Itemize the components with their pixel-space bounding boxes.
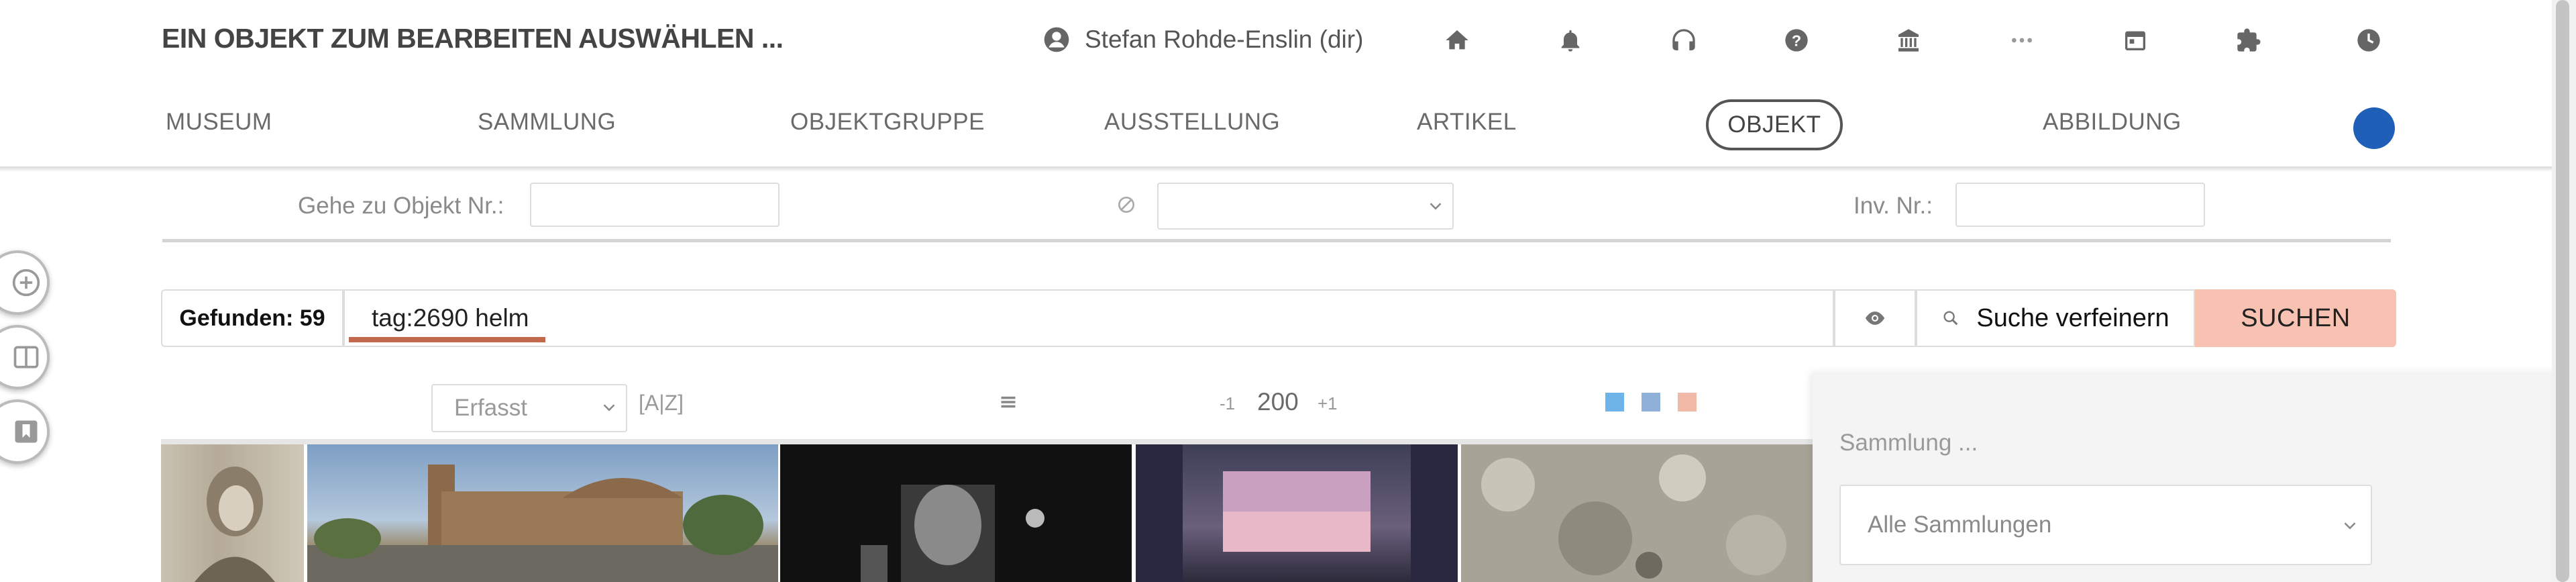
user-icon [1044, 27, 1069, 52]
refine-search-label: Suche verfeinern [1976, 303, 2169, 332]
puzzle-icon[interactable] [2235, 27, 2262, 54]
filter-icon [1118, 197, 1134, 213]
sort-direction-toggle[interactable]: [A|Z] [639, 391, 684, 416]
result-thumbnail[interactable] [307, 444, 778, 582]
search-icon [1943, 311, 1958, 326]
bell-icon[interactable] [1557, 27, 1584, 54]
view-grid-small-button[interactable] [1605, 393, 1624, 411]
tab-museum[interactable]: MUSEUM [166, 109, 272, 136]
preview-button[interactable] [1834, 289, 1916, 347]
result-thumbnail[interactable] [1461, 444, 1813, 582]
page-next-button[interactable]: +1 [1318, 393, 1338, 414]
svg-text:?: ? [1792, 32, 1801, 49]
tab-ausstellung[interactable]: AUSSTELLUNG [1104, 109, 1280, 136]
status-select[interactable] [1157, 183, 1454, 230]
result-thumbnail[interactable] [780, 444, 1132, 582]
collection-select[interactable]: Alle Sammlungen [1839, 485, 2372, 565]
search-input-underline [349, 337, 545, 342]
goto-object-label: Gehe zu Objekt Nr.: [298, 193, 504, 219]
refine-search-button[interactable]: Suche verfeinern [1916, 289, 2195, 347]
page-prev-button[interactable]: -1 [1220, 393, 1235, 414]
sort-select-value: Erfasst [454, 395, 527, 421]
chevron-down-icon [2344, 522, 2356, 530]
chevron-down-icon [603, 404, 615, 411]
bookmark-button[interactable] [0, 399, 50, 464]
tab-sammlung[interactable]: SAMMLUNG [478, 109, 616, 136]
collection-select-value: Alle Sammlungen [1868, 512, 2052, 538]
tab-objektgruppe[interactable]: OBJEKTGRUPPE [790, 109, 985, 136]
museum-icon[interactable] [1895, 27, 1922, 54]
list-view-icon[interactable] [999, 393, 1018, 411]
add-icon [12, 269, 40, 297]
more-icon[interactable] [2008, 27, 2035, 54]
user-menu[interactable]: Stefan Rohde-Enslin (dir) [1043, 26, 1363, 54]
calendar-icon[interactable] [2122, 27, 2149, 54]
bookmark-icon [15, 420, 38, 443]
view-grid-medium-button[interactable] [1642, 393, 1660, 411]
eye-icon [1865, 311, 1885, 325]
result-thumbnail[interactable] [161, 444, 304, 582]
page-title: EIN OBJEKT ZUM BEARBEITEN AUSWÄHLEN ... [162, 23, 784, 54]
chevron-down-icon [1430, 203, 1442, 210]
help-icon[interactable] [1670, 27, 1697, 54]
search-button[interactable]: SUCHEN [2195, 289, 2396, 347]
tab-objekt[interactable]: OBJEKT [1706, 99, 1843, 150]
tab-artikel[interactable]: ARTIKEL [1417, 109, 1517, 136]
add-button[interactable] [0, 250, 50, 315]
collection-filter-label: Sammlung ... [1839, 430, 1978, 456]
home-icon[interactable] [1444, 27, 1470, 54]
question-icon[interactable]: ? [1783, 27, 1810, 54]
goto-object-input[interactable] [530, 183, 780, 227]
page-size-value: 200 [1257, 388, 1299, 416]
tab-abbildung[interactable]: ABBILDUNG [2043, 109, 2182, 136]
sort-select[interactable]: Erfasst [431, 384, 627, 432]
filter-divider [162, 239, 2391, 242]
book-button[interactable] [0, 325, 50, 389]
results-divider [161, 439, 1813, 444]
inv-number-input[interactable] [1955, 183, 2205, 227]
result-thumbnail[interactable] [1136, 444, 1458, 582]
search-input[interactable]: tag:2690 helm [343, 289, 1834, 347]
view-grid-large-button[interactable] [1678, 393, 1697, 411]
book-icon [13, 346, 39, 369]
header-divider [0, 166, 2552, 172]
inv-number-label: Inv. Nr.: [1854, 193, 1933, 219]
user-name: Stefan Rohde-Enslin (dir) [1085, 26, 1364, 53]
avatar[interactable] [2353, 107, 2395, 149]
results-count: Gefunden: 59 [161, 289, 343, 347]
scrollbar-thumb[interactable] [2556, 0, 2569, 582]
clock-icon[interactable] [2355, 27, 2382, 54]
